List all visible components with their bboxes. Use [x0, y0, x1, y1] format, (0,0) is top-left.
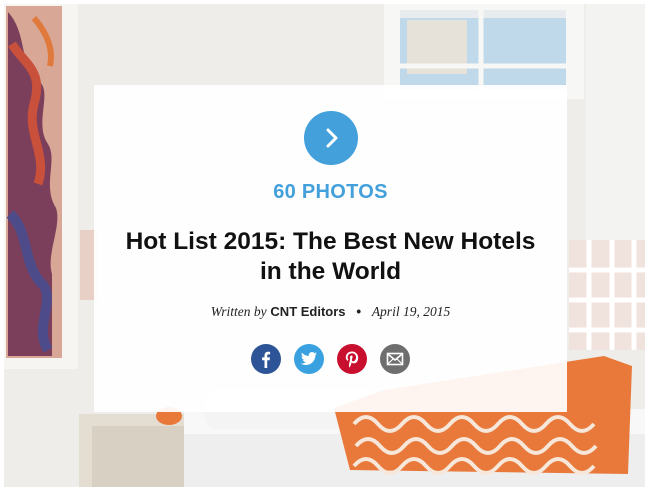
share-twitter-button[interactable]	[294, 344, 324, 374]
photo-count-link[interactable]: 60 PHOTOS	[94, 181, 567, 204]
byline-separator: •	[356, 304, 362, 319]
email-icon	[386, 352, 404, 366]
chevron-right-icon	[326, 128, 338, 148]
slideshow-cover: 60 PHOTOS Hot List 2015: The Best New Ho…	[4, 4, 645, 487]
byline-prefix: Written by	[210, 304, 267, 319]
twitter-icon	[300, 352, 317, 365]
pinterest-icon	[345, 351, 359, 368]
slideshow-card: 60 PHOTOS Hot List 2015: The Best New Ho…	[94, 85, 567, 412]
facebook-icon	[262, 351, 271, 368]
publish-date: April 19, 2015	[371, 304, 451, 319]
share-facebook-button[interactable]	[251, 344, 281, 374]
slideshow-title: Hot List 2015: The Best New Hotels in th…	[125, 228, 536, 285]
share-bar	[94, 344, 567, 374]
share-pinterest-button[interactable]	[337, 344, 367, 374]
author-link[interactable]: CNT Editors	[270, 304, 345, 319]
next-slide-button[interactable]	[304, 111, 358, 165]
byline: Written by CNT Editors • April 19, 2015	[94, 304, 567, 320]
share-email-button[interactable]	[380, 344, 410, 374]
